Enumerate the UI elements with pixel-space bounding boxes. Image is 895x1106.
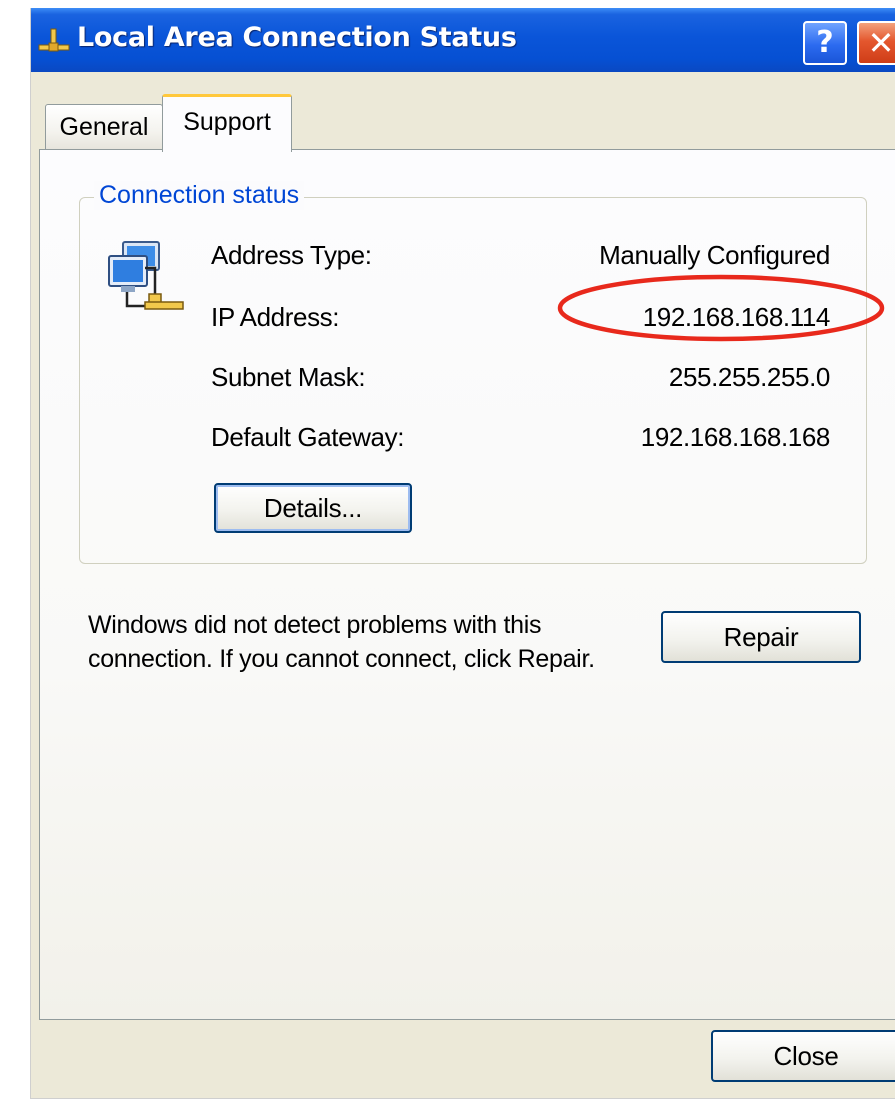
details-button[interactable]: Details... (214, 483, 412, 533)
close-icon: ✕ (867, 24, 895, 62)
network-connection-icon (108, 241, 184, 310)
window-title: Local Area Connection Status (77, 22, 517, 53)
ip-address-value: 192.168.168.114 (642, 302, 831, 332)
connection-status-legend: Connection status (94, 181, 305, 210)
window-close-button[interactable]: ✕ (857, 21, 895, 65)
help-icon: ? (816, 25, 834, 60)
status-dialog: Local Area Connection Status ? ✕ General… (30, 8, 895, 1099)
address-type-value: Manually Configured (599, 240, 830, 270)
tab-general[interactable]: General (45, 104, 163, 150)
help-button[interactable]: ? (803, 21, 847, 65)
close-button[interactable]: Close (711, 1030, 895, 1082)
repair-info-message: Windows did not detect problems with thi… (88, 611, 595, 673)
screenshot: Local Area Connection Status ? ✕ General… (0, 0, 895, 1106)
default-gateway-label: Default Gateway: (211, 422, 405, 452)
support-tab-panel: Connection status Address Type: Manually… (39, 149, 895, 1020)
address-type-label: Address Type: (211, 240, 372, 270)
subnet-mask-value: 255.255.255.0 (668, 362, 830, 392)
connection-status-group: Connection status Address Type: Manually… (79, 181, 867, 564)
subnet-mask-label: Subnet Mask: (211, 362, 366, 392)
repair-button[interactable]: Repair (661, 611, 861, 663)
ip-address-label: IP Address: (211, 302, 340, 332)
network-connection-icon (38, 28, 70, 52)
tab-support[interactable]: Support (162, 94, 292, 152)
title-bar[interactable]: Local Area Connection Status ? ✕ (31, 8, 895, 72)
default-gateway-value: 192.168.168.168 (640, 422, 831, 452)
